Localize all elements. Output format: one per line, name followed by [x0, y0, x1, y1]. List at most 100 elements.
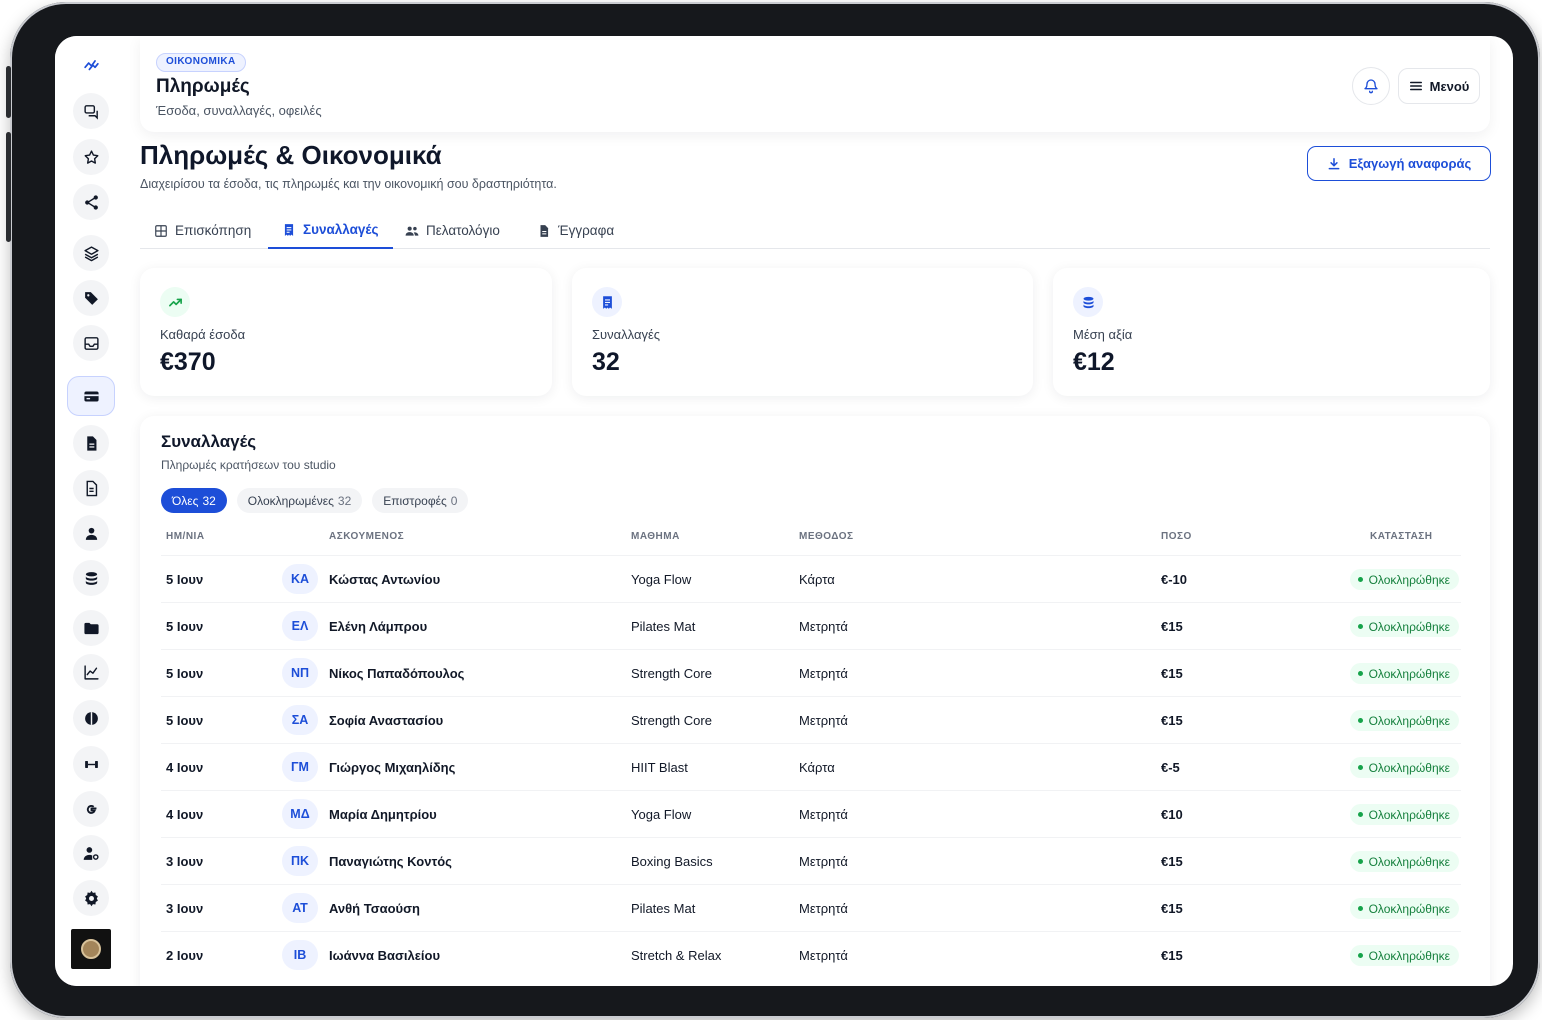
tab-bar: Επισκόπηση Συναλλαγές Πελατολόγιο Έγγραφ…: [140, 212, 1490, 249]
client-initials-avatar: ΙΒ: [282, 940, 318, 970]
column-header-date[interactable]: ΗΜ/ΝΙΑ: [166, 531, 205, 542]
filter-count: 0: [450, 493, 458, 508]
client-initials-avatar: ΜΔ: [282, 799, 318, 829]
client-name: Κώστας Αντωνίου: [329, 572, 441, 587]
row-date: 5 Ιουν: [166, 572, 204, 587]
table-row[interactable]: 4 Ιουν ΜΔ Μαρία Δημητρίου Yoga Flow Μετρητά €…: [161, 790, 1461, 837]
table-row[interactable]: 3 Ιουν ΠΚ Παναγιώτης Κοντός Boxing Basics Με…: [161, 837, 1461, 884]
payment-method: Κάρτα: [799, 572, 835, 587]
payment-method: Μετρητά: [799, 666, 848, 681]
filter-all[interactable]: Όλες 32: [161, 488, 227, 513]
status-badge: Ολοκληρώθηκε: [1349, 804, 1459, 825]
tab-label: Συναλλαγές: [303, 222, 379, 237]
filter-label: Επιστροφές: [383, 493, 447, 508]
row-date: 5 Ιουν: [166, 713, 204, 728]
google-icon[interactable]: [73, 791, 109, 827]
tab-clients[interactable]: Πελατολόγιο: [391, 212, 514, 249]
half-circle-icon[interactable]: [73, 700, 109, 736]
column-header-class[interactable]: ΜΑΘΗΜΑ: [631, 531, 680, 542]
logo-icon[interactable]: [69, 42, 113, 86]
document-icon[interactable]: [73, 470, 109, 506]
amount: €15: [1161, 948, 1183, 963]
status-badge: Ολοκληρώθηκε: [1349, 945, 1459, 966]
status-dot-icon: [1357, 718, 1363, 723]
filter-completed[interactable]: Ολοκληρωμένες 32: [236, 488, 363, 513]
notifications-button[interactable]: [1352, 67, 1390, 105]
layers-icon[interactable]: [73, 235, 109, 271]
table-row[interactable]: 5 Ιουν ΣΑ Σοφία Αναστασίου Strength Core Μετ…: [161, 696, 1461, 743]
client-name: Παναγιώτης Κοντός: [329, 854, 452, 869]
client-name: Ιωάννα Βασιλείου: [329, 948, 441, 963]
client-initials-avatar: ΣΑ: [282, 705, 318, 735]
amount: €15: [1161, 901, 1183, 916]
table-row[interactable]: 2 Ιουν ΙΒ Ιωάννα Βασιλείου Stretch & Relax Μ…: [161, 931, 1461, 978]
status-label: Ολοκληρώθηκε: [1368, 807, 1450, 822]
client-name: Ανθή Τσαούση: [329, 901, 420, 916]
trending-up-icon: [160, 287, 190, 317]
column-header-status[interactable]: ΚΑΤΑΣΤΑΣΗ: [1370, 531, 1433, 542]
class-name: Pilates Mat: [631, 619, 696, 634]
status-dot-icon: [1357, 671, 1363, 676]
chart-icon[interactable]: [73, 654, 109, 690]
grid-icon: [155, 224, 167, 237]
receipt-icon: [592, 287, 622, 317]
stat-label: Μέση αξία: [1073, 327, 1133, 342]
row-date: 4 Ιουν: [166, 807, 204, 822]
status-label: Ολοκληρώθηκε: [1368, 901, 1450, 916]
status-badge: Ολοκληρώθηκε: [1349, 663, 1459, 684]
tab-label: Έγγραφα: [558, 223, 615, 238]
export-report-button[interactable]: Εξαγωγή αναφοράς: [1307, 146, 1491, 181]
status-label: Ολοκληρώθηκε: [1368, 713, 1450, 728]
class-name: Stretch & Relax: [631, 948, 722, 963]
share-icon[interactable]: [73, 184, 109, 220]
payment-method: Μετρητά: [799, 948, 848, 963]
star-icon[interactable]: [73, 139, 109, 175]
status-dot-icon: [1357, 953, 1363, 958]
status-label: Ολοκληρώθηκε: [1368, 760, 1450, 775]
coins-icon[interactable]: [73, 560, 109, 596]
stat-card-average-value: Μέση αξία €12: [1053, 268, 1490, 396]
column-header-amount[interactable]: ΠΟΣΟ: [1161, 531, 1192, 542]
filter-label: Όλες: [172, 493, 199, 508]
gear-icon[interactable]: [73, 880, 109, 916]
sidebar: [55, 36, 127, 986]
table-row[interactable]: 5 Ιουν ΝΠ Νίκος Παπαδόπουλος Strength Core Μ…: [161, 649, 1461, 696]
table-row[interactable]: 4 Ιουν ΓΜ Γιώργος Μιχαηλίδης HIIT Blast Κάρτ…: [161, 743, 1461, 790]
table-row[interactable]: 5 Ιουν ΕΛ Ελένη Λάμπρου Pilates Mat Μετρητά €…: [161, 602, 1461, 649]
tab-transactions[interactable]: Συναλλαγές: [268, 212, 393, 249]
users-icon: [405, 226, 419, 236]
tab-overview[interactable]: Επισκόπηση: [140, 212, 265, 249]
tab-documents[interactable]: Έγγραφα: [523, 212, 628, 249]
status-dot-icon: [1357, 906, 1363, 911]
menu-button[interactable]: Μενού: [1398, 68, 1480, 104]
top-header: ΟΙΚΟΝΟΜΙΚΑ Πληρωμές Έσοδα, συναλλαγές, ο…: [140, 36, 1490, 132]
coins-icon: [1073, 287, 1103, 317]
file-icon[interactable]: [73, 425, 109, 461]
credit-card-icon[interactable]: [67, 376, 115, 416]
menu-label: Μενού: [1429, 78, 1470, 94]
column-header-method[interactable]: ΜΕΘΟΔΟΣ: [799, 531, 854, 542]
page-subtitle: Διαχειρίσου τα έσοδα, τις πληρωμές και τ…: [140, 177, 557, 191]
client-initials-avatar: ΕΛ: [282, 611, 318, 641]
tag-icon[interactable]: [73, 280, 109, 316]
table-row[interactable]: 3 Ιουν ΑΤ Ανθή Τσαούση Pilates Mat Μετρητά €1…: [161, 884, 1461, 931]
transactions-card: Συναλλαγές Πληρωμές κρατήσεων του studio…: [140, 416, 1490, 986]
folder-icon[interactable]: [73, 610, 109, 646]
filter-refunds[interactable]: Επιστροφές 0: [372, 488, 469, 513]
payment-method: Μετρητά: [799, 619, 848, 634]
transactions-subtitle: Πληρωμές κρατήσεων του studio: [161, 458, 336, 472]
row-date: 5 Ιουν: [166, 619, 204, 634]
avatar[interactable]: [71, 929, 111, 969]
status-dot-icon: [1357, 812, 1363, 817]
status-badge: Ολοκληρώθηκε: [1349, 710, 1459, 731]
chat-icon[interactable]: [73, 93, 109, 129]
user-icon[interactable]: [73, 515, 109, 551]
user-gear-icon[interactable]: [73, 835, 109, 871]
status-dot-icon: [1357, 624, 1363, 629]
table-row[interactable]: 5 Ιουν ΚΑ Κώστας Αντωνίου Yoga Flow Κάρτα €-1…: [161, 555, 1461, 602]
filter-count: 32: [202, 493, 216, 508]
dumbbell-icon[interactable]: [73, 746, 109, 782]
tab-label: Επισκόπηση: [175, 223, 252, 238]
column-header-client[interactable]: ΑΣΚΟΥΜΕΝΟΣ: [329, 531, 404, 542]
inbox-icon[interactable]: [73, 325, 109, 361]
